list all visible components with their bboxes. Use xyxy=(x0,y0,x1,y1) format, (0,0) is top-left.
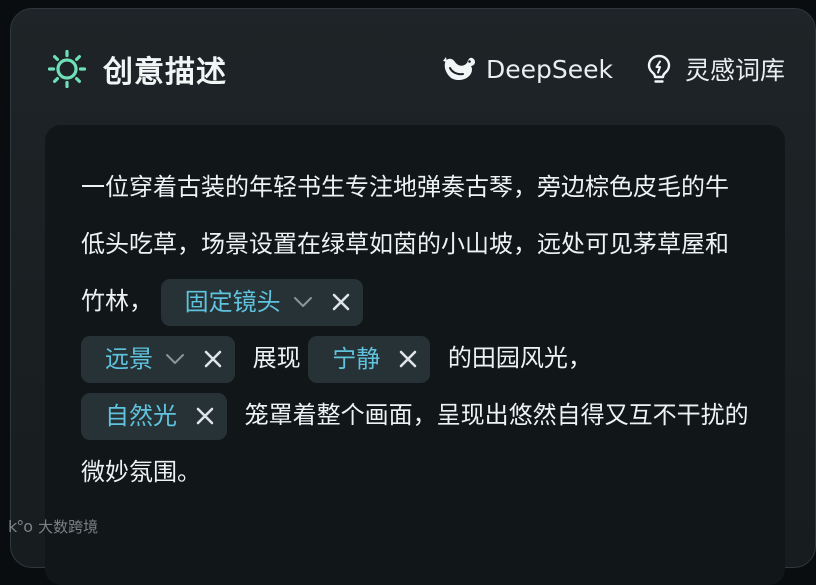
tag-label: 固定镜头 xyxy=(184,287,281,316)
whale-icon xyxy=(442,51,478,87)
deepseek-label: DeepSeek xyxy=(485,54,613,84)
lightbulb-icon xyxy=(641,51,677,87)
close-icon[interactable] xyxy=(203,349,223,369)
sun-icon xyxy=(47,49,87,89)
tag-natural-light[interactable]: 自然光 xyxy=(81,392,227,440)
inspiration-library-button[interactable]: 灵感词库 xyxy=(641,51,785,87)
description-segment: 的田园风光， xyxy=(447,344,592,372)
watermark-logo: k°o xyxy=(8,517,33,536)
watermark: k°o 大数跨境 xyxy=(8,516,98,537)
tag-long-shot[interactable]: 远景 xyxy=(81,335,235,383)
tag-label: 宁静 xyxy=(332,344,381,373)
header-actions: DeepSeek 灵感词库 xyxy=(442,51,785,87)
watermark-text: 大数跨境 xyxy=(38,518,99,536)
page-title: 创意描述 xyxy=(103,55,227,90)
tag-tranquil[interactable]: 宁静 xyxy=(308,335,431,383)
close-icon[interactable] xyxy=(398,349,418,369)
deepseek-model-button[interactable]: DeepSeek xyxy=(442,51,613,87)
description-text: 一位穿着古装的年轻书生专注地弹奏古琴，旁边棕色皮毛的牛低头吃草，场景设置在绿草如… xyxy=(81,159,749,501)
close-icon[interactable] xyxy=(195,406,215,426)
description-segment: 展现 xyxy=(252,344,301,372)
title-group: 创意描述 xyxy=(47,47,227,91)
inspiration-library-label: 灵感词库 xyxy=(684,56,785,85)
panel-header: 创意描述 DeepSeek 灵感词库 xyxy=(11,9,815,127)
chevron-down-icon[interactable] xyxy=(165,353,185,365)
close-icon[interactable] xyxy=(331,292,351,312)
creative-description-panel: 创意描述 DeepSeek 灵感词库 一位穿着古装的年轻书生专注地弹奏古琴，旁边… xyxy=(10,8,816,585)
tag-fixed-shot[interactable]: 固定镜头 xyxy=(160,278,363,326)
tag-label: 远景 xyxy=(105,344,153,373)
tag-label: 自然光 xyxy=(105,401,177,430)
chevron-down-icon[interactable] xyxy=(293,296,313,308)
description-editor[interactable]: 一位穿着古装的年轻书生专注地弹奏古琴，旁边棕色皮毛的牛低头吃草，场景设置在绿草如… xyxy=(45,125,785,585)
